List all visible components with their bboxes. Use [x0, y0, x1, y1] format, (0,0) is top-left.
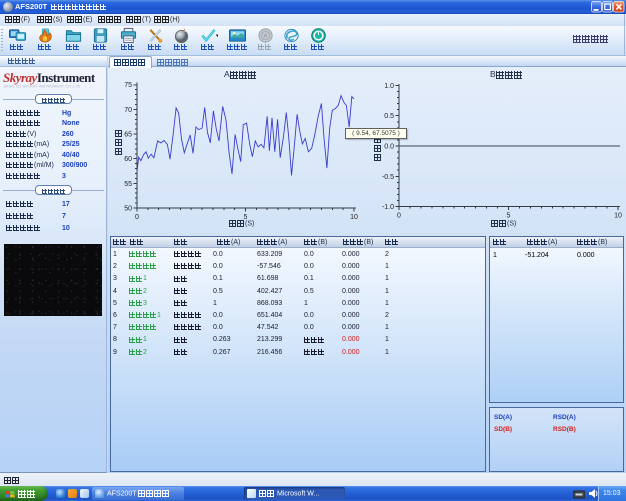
svg-text:0.5: 0.5 [384, 113, 394, 120]
svg-text:65: 65 [124, 132, 132, 139]
svg-text:75: 75 [124, 82, 132, 89]
svg-text:60: 60 [124, 156, 132, 163]
svg-text:10: 10 [350, 214, 358, 221]
svg-text:10: 10 [614, 213, 622, 220]
svg-text:-0.5: -0.5 [382, 174, 394, 181]
svg-text:50: 50 [124, 206, 132, 213]
svg-text:55: 55 [124, 181, 132, 188]
svg-text:0: 0 [397, 213, 401, 220]
svg-text:0: 0 [135, 214, 139, 221]
svg-text:70: 70 [124, 107, 132, 114]
svg-text:-1.0: -1.0 [382, 204, 394, 211]
svg-text:1.0: 1.0 [384, 83, 394, 90]
svg-text:0.0: 0.0 [384, 144, 394, 151]
svg-text:5: 5 [507, 213, 511, 220]
